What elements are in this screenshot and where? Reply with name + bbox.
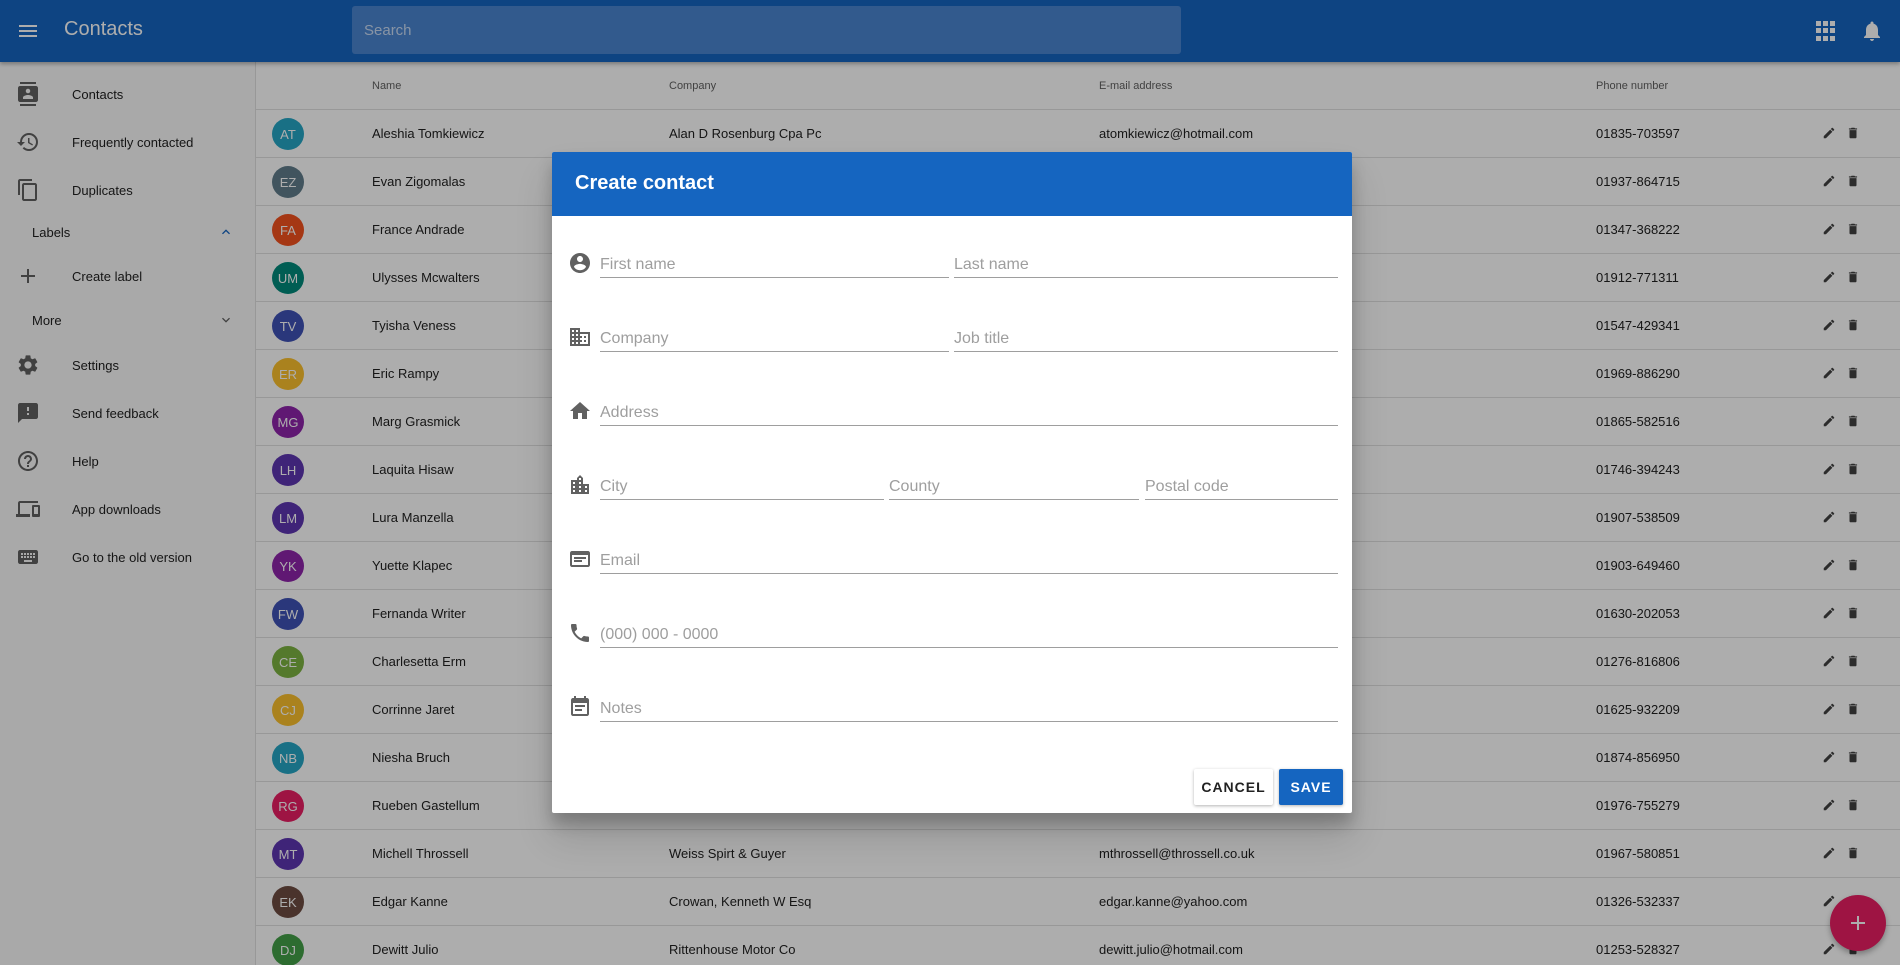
notes-input[interactable] [600, 690, 1338, 721]
last-name-field[interactable] [954, 246, 1338, 278]
email-input[interactable] [600, 542, 1338, 573]
location-city-icon [571, 475, 589, 494]
dialog-title: Create contact [575, 172, 714, 194]
job-title-input[interactable] [954, 320, 1338, 351]
first-name-input[interactable] [600, 246, 949, 277]
notes-field[interactable] [600, 690, 1338, 722]
job-title-field[interactable] [954, 320, 1338, 352]
county-field[interactable] [889, 468, 1139, 500]
phone-icon [571, 624, 589, 642]
city-field[interactable] [600, 468, 884, 500]
address-input[interactable] [600, 394, 1338, 425]
contact-mail-icon [570, 551, 590, 567]
city-input[interactable] [600, 468, 884, 499]
address-field[interactable] [600, 394, 1338, 426]
first-name-field[interactable] [600, 246, 949, 278]
cancel-button[interactable]: CANCEL [1194, 769, 1273, 805]
postal-code-field[interactable] [1145, 468, 1338, 500]
postal-code-input[interactable] [1145, 468, 1338, 499]
create-contact-dialog: Create contact CANCEL SAVE [552, 152, 1352, 813]
email-field[interactable] [600, 542, 1338, 574]
dialog-header: Create contact [552, 152, 1352, 216]
event-note-icon [571, 696, 589, 716]
county-input[interactable] [889, 468, 1139, 499]
person-icon [570, 253, 590, 273]
phone-input[interactable] [600, 616, 1338, 647]
last-name-input[interactable] [954, 246, 1338, 277]
phone-field[interactable] [600, 616, 1338, 648]
home-icon [570, 402, 590, 419]
save-button[interactable]: SAVE [1279, 769, 1343, 805]
company-field[interactable] [600, 320, 949, 352]
business-icon [570, 328, 590, 346]
company-input[interactable] [600, 320, 949, 351]
